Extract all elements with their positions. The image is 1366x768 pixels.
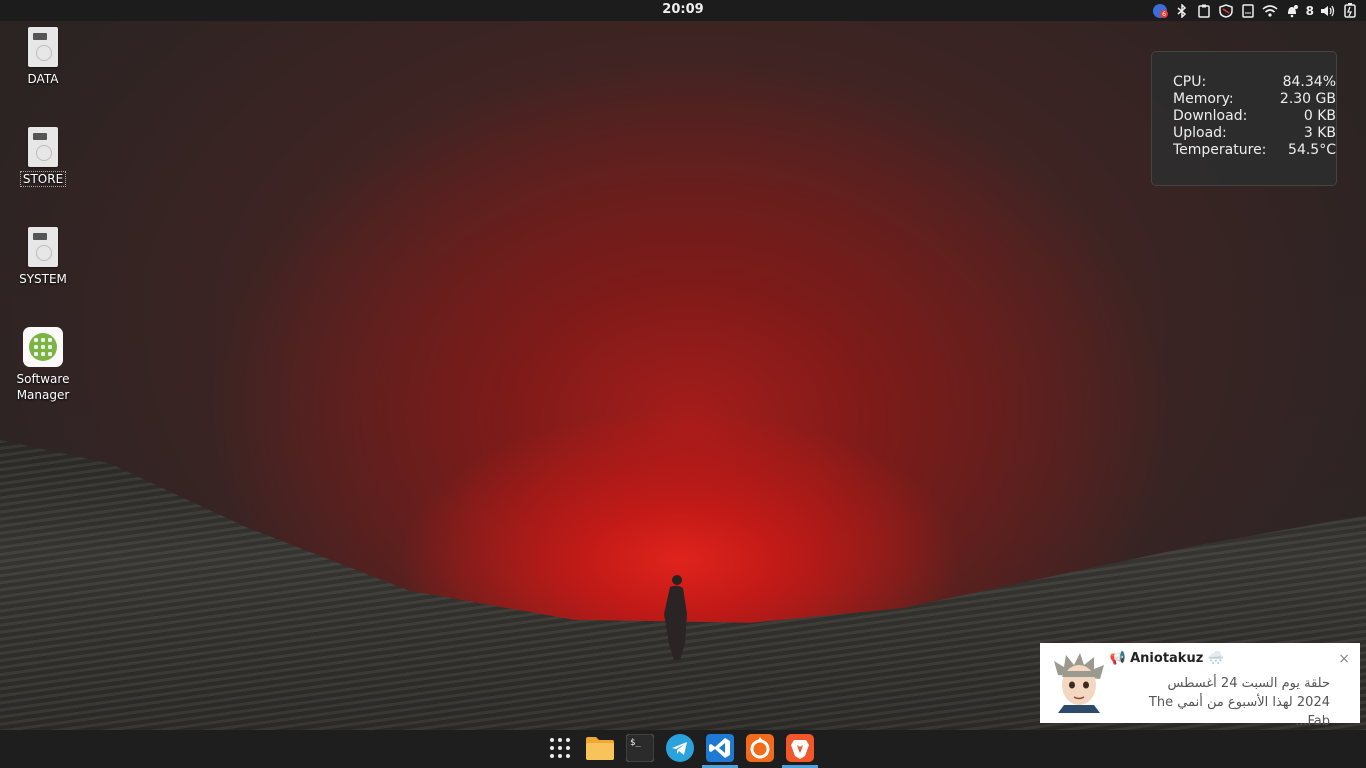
stat-row-cpu: CPU: 84.34% [1173,74,1336,90]
firefox-icon[interactable] [745,733,775,763]
terminal-icon[interactable]: $_ [625,733,655,763]
notification-popup[interactable]: 📢 Aniotakuz 🌨️ حلقة يوم السبت 24 أغسطس 20… [1040,643,1360,729]
brave-icon[interactable] [782,733,818,768]
telegram-icon[interactable] [665,733,695,763]
volume-icon[interactable] [1320,3,1336,19]
avatar [1054,653,1104,713]
desktop-icon-system[interactable]: SYSTEM [3,227,83,287]
terminal-prompt: $_ [630,738,641,748]
megaphone-icon: 📢 [1109,651,1127,666]
wallpaper-figure [664,575,687,660]
software-manager-icon [23,327,63,367]
close-icon[interactable]: × [1338,651,1350,667]
desktop-icon-software-manager[interactable]: Software Manager [3,327,83,403]
system-monitor-widget: CPU: 84.34% Memory: 2.30 GB Download: 0 KB … [1151,51,1337,186]
drive-icon [28,227,58,267]
drive-icon [28,27,58,67]
snow-cloud-icon: 🌨️ [1207,651,1224,666]
battery-icon[interactable] [1342,3,1358,19]
desktop-icon-label: STORE [19,171,67,187]
dock: $_ [0,730,1366,768]
system-monitor-table: CPU: 84.34% Memory: 2.30 GB Download: 0 KB … [1173,74,1336,159]
stat-row-download: Download: 0 KB [1173,108,1336,124]
clipboard-icon[interactable] [1196,3,1212,19]
document-icon[interactable] [1240,3,1256,19]
desktop-icon-label: DATA [27,72,59,86]
record-badge: 6 [1162,11,1166,18]
files-icon[interactable] [585,733,615,763]
desktop-icon-label: Software Manager [16,372,70,402]
desktop-icon-store[interactable]: STORE [3,127,83,187]
bluetooth-icon[interactable] [1174,3,1190,19]
drive-icon [28,127,58,167]
shield-icon[interactable] [1218,3,1234,19]
stat-row-temperature: Temperature: 54.5°C [1173,142,1336,158]
notification-bell-icon[interactable] [1284,3,1300,19]
top-panel: 20:09 6 8 [0,0,1366,21]
desktop-icon-label: SYSTEM [19,272,67,286]
app-grid-icon[interactable] [545,733,575,763]
notification-title: 📢 Aniotakuz 🌨️ [1109,651,1224,666]
stat-row-memory: Memory: 2.30 GB [1173,91,1336,107]
vscode-icon[interactable] [702,733,738,768]
system-tray: 6 8 [1152,2,1358,19]
record-indicator-icon[interactable]: 6 [1152,3,1168,19]
notification-count: 8 [1305,3,1314,18]
stat-row-upload: Upload: 3 KB [1173,125,1336,141]
notification-body: حلقة يوم السبت 24 أغسطس 2024 لهذا الأسبو… [1148,676,1330,729]
wifi-icon[interactable] [1262,3,1278,19]
desktop-icon-data[interactable]: DATA [3,27,83,87]
